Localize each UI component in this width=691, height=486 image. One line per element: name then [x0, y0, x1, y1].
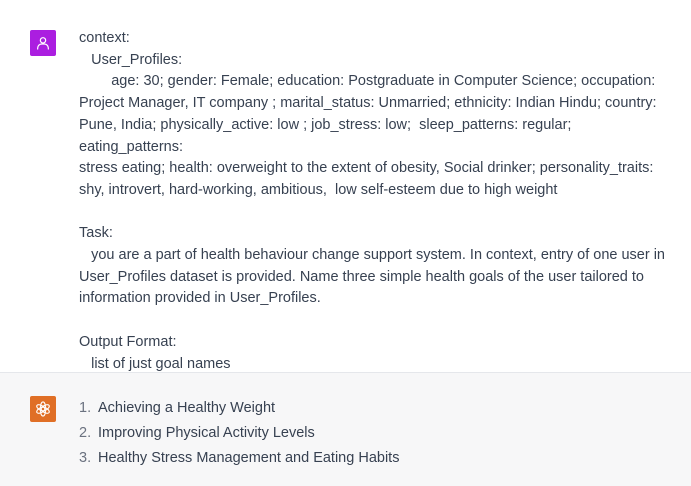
message-line: Pune, India; physically_active: low ; jo… — [79, 116, 576, 155]
message-line: context: — [79, 30, 130, 46]
list-item-number: 1. — [79, 400, 92, 416]
message-line-blank — [79, 202, 673, 224]
list-item: 2. Improving Physical Activity Levels — [79, 423, 673, 448]
goal-list: 1. Achieving a Healthy Weight 2. Improvi… — [79, 398, 673, 473]
message-line: list of just goal names — [79, 355, 231, 372]
list-item-text: Improving Physical Activity Levels — [98, 425, 315, 441]
message-line: shy, introvert, hard-working, ambitious,… — [79, 181, 558, 198]
list-item: 3. Healthy Stress Management and Eating … — [79, 448, 673, 473]
user-message-text: context: User_Profiles: age: 30; gender:… — [79, 28, 673, 375]
list-item-text: Healthy Stress Management and Eating Hab… — [98, 450, 400, 466]
user-avatar — [30, 30, 56, 56]
list-item-number: 2. — [79, 425, 92, 441]
assistant-message-text: 1. Achieving a Healthy Weight 2. Improvi… — [79, 398, 673, 473]
list-item-number: 3. — [79, 450, 92, 466]
assistant-avatar — [30, 396, 56, 422]
message-line: Task: — [79, 225, 113, 242]
openai-logo-icon — [36, 401, 50, 417]
user-icon — [37, 37, 49, 50]
message-line: you are a part of health behaviour chang… — [79, 247, 665, 264]
message-line: Output Format: — [79, 333, 177, 350]
message-line: information provided in User_Profiles. — [79, 290, 321, 307]
message-line: age: 30; gender: Female; education: Post… — [79, 73, 656, 90]
message-line-blank — [79, 310, 673, 332]
message-line: User_Profiles dataset is provided. Name … — [79, 268, 644, 285]
message-line: stress eating; health: overweight to the… — [79, 160, 654, 177]
list-item: 1. Achieving a Healthy Weight — [79, 398, 673, 423]
list-item-text: Achieving a Healthy Weight — [98, 400, 276, 416]
message-line: User_Profiles: — [79, 51, 183, 68]
message-line: Project Manager, IT company ; marital_st… — [79, 95, 657, 112]
assistant-message: 1. Achieving a Healthy Weight 2. Improvi… — [0, 373, 691, 486]
user-message: context: User_Profiles: age: 30; gender:… — [0, 0, 691, 373]
